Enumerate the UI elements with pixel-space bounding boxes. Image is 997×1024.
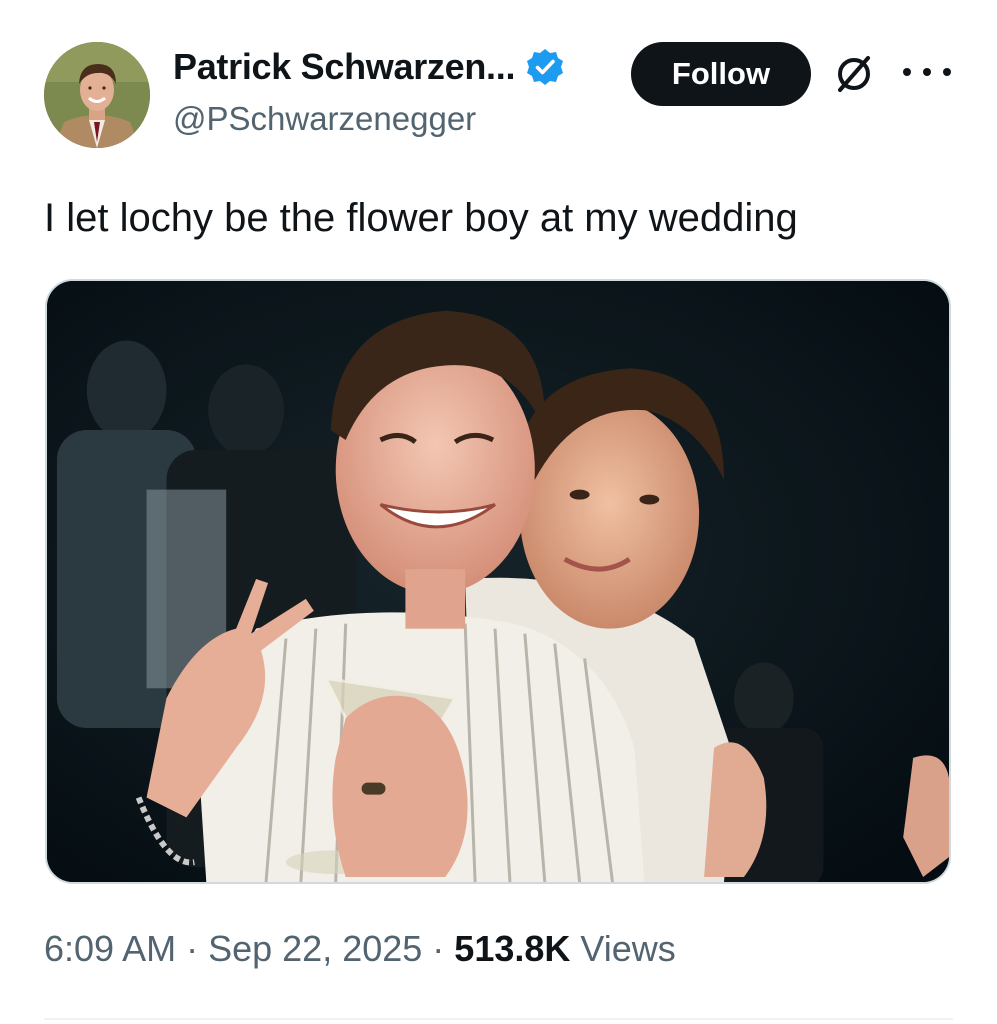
more-dot <box>943 68 951 76</box>
divider <box>44 1018 953 1020</box>
meta-separator: · <box>186 928 199 969</box>
grok-icon[interactable] <box>832 52 876 96</box>
author-handle[interactable]: @PSchwarzenegger <box>173 100 476 138</box>
views-count: 513.8K <box>454 928 571 969</box>
author-name-row: Patrick Schwarzen... <box>173 46 565 88</box>
tweet: Patrick Schwarzen... @PSchwarzenegger Fo… <box>0 0 997 1024</box>
tweet-meta: 6:09 AM · Sep 22, 2025 · 513.8K Views <box>44 928 676 970</box>
tweet-date[interactable]: Sep 22, 2025 <box>208 928 422 970</box>
tweet-media-photo[interactable] <box>45 279 951 884</box>
follow-button[interactable]: Follow <box>631 42 811 106</box>
more-dot <box>903 68 911 76</box>
meta-separator: · <box>432 928 445 969</box>
author-avatar[interactable] <box>44 42 150 148</box>
photo-illustration <box>47 281 949 882</box>
tweet-time[interactable]: 6:09 AM <box>44 928 176 970</box>
author-display-name[interactable]: Patrick Schwarzen... <box>173 46 515 88</box>
avatar-photo-icon <box>44 42 150 148</box>
more-dot <box>923 68 931 76</box>
verified-badge-icon <box>525 47 565 87</box>
views-label: Views <box>580 928 676 969</box>
tweet-text: I let lochy be the flower boy at my wedd… <box>44 196 798 240</box>
more-options-icon[interactable] <box>903 60 951 84</box>
